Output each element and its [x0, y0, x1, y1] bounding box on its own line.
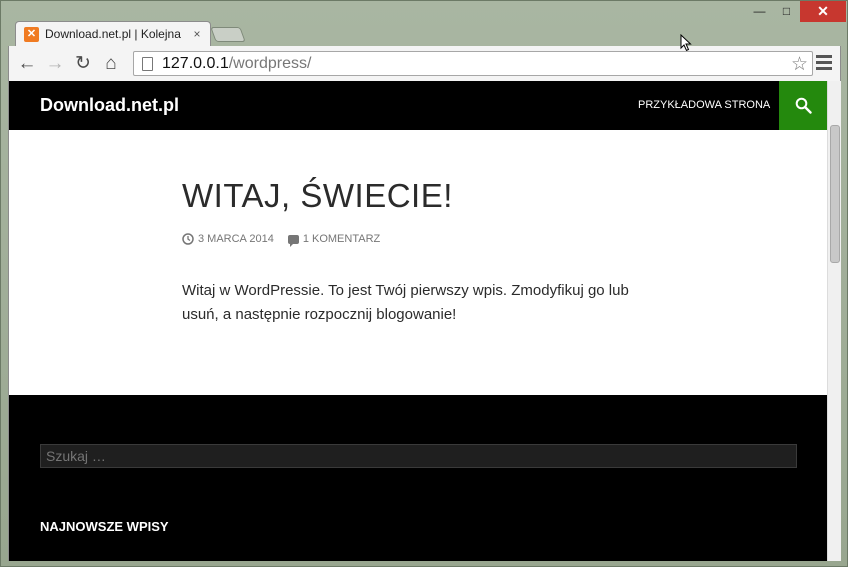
xampp-icon: ✕ [24, 26, 39, 42]
scroll-thumb[interactable] [830, 125, 840, 263]
tab-title: Download.net.pl | Kolejna [45, 27, 181, 41]
reload-button[interactable]: ↻ [69, 51, 97, 77]
menu-bar-icon [816, 55, 832, 58]
address-bar[interactable]: 127.0.0.1 /wordpress/ ☆ [133, 51, 813, 76]
minimize-button[interactable]: — [746, 1, 773, 22]
bookmark-star-icon[interactable]: ☆ [791, 53, 808, 76]
site-footer: NAJNOWSZE WPISY [9, 395, 827, 561]
home-button[interactable]: ⌂ [97, 51, 125, 77]
url-path: /wordpress/ [228, 54, 312, 72]
browser-window: ✕ Download.net.pl | Kolejna × — □ ✕ ← → … [0, 0, 848, 567]
page-icon [142, 56, 153, 71]
search-input[interactable] [40, 444, 797, 468]
site-title[interactable]: Download.net.pl [40, 95, 179, 116]
post-meta: 3 MARCA 2014 1 KOMENTARZ [182, 233, 662, 247]
browser-menu-button[interactable] [816, 52, 832, 72]
search-icon [795, 97, 812, 114]
post-title[interactable]: WITAJ, ŚWIECIE! [182, 177, 662, 215]
post-comments-link[interactable]: 1 KOMENTARZ [303, 233, 380, 245]
post-article: WITAJ, ŚWIECIE! 3 MARCA 2014 1 KOMENTARZ… [182, 177, 662, 327]
comment-icon [287, 234, 299, 247]
new-tab-button[interactable] [210, 27, 246, 42]
menu-bar-icon [816, 61, 832, 64]
vertical-scrollbar[interactable] [827, 81, 841, 561]
post-content: Witaj w WordPressie. To jest Twój pierws… [182, 282, 629, 323]
close-window-button[interactable]: ✕ [800, 1, 846, 22]
maximize-button[interactable]: □ [773, 1, 800, 22]
tab-close-icon[interactable]: × [190, 27, 204, 41]
widget-title-recent-posts: NAJNOWSZE WPISY [40, 519, 169, 534]
page-viewport: Download.net.pl PRZYKŁADOWA STRONA WITAJ… [8, 81, 841, 561]
nav-item-sample-page[interactable]: PRZYKŁADOWA STRONA [638, 99, 770, 111]
post-date[interactable]: 3 MARCA 2014 [198, 233, 274, 245]
forward-button[interactable]: → [41, 51, 69, 77]
clock-icon [182, 233, 194, 245]
browser-toolbar: ← → ↻ ⌂ 127.0.0.1 /wordpress/ ☆ [8, 46, 841, 81]
browser-tab[interactable]: ✕ Download.net.pl | Kolejna × [15, 21, 211, 46]
back-button[interactable]: ← [13, 51, 41, 77]
search-toggle-button[interactable] [779, 81, 827, 130]
site-header: Download.net.pl PRZYKŁADOWA STRONA [9, 81, 827, 130]
mouse-cursor-icon [680, 34, 692, 52]
url-host: 127.0.0.1 [162, 54, 229, 72]
window-controls: — □ ✕ [746, 1, 846, 23]
menu-bar-icon [816, 67, 832, 70]
